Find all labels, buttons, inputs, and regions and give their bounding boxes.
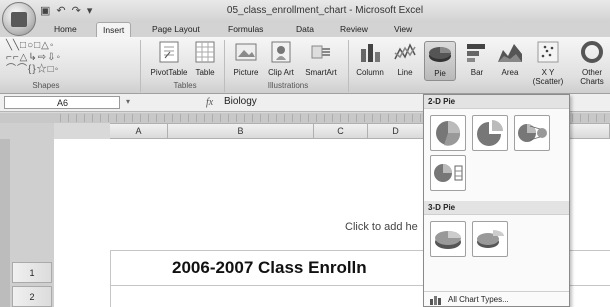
pie-3d-option[interactable]: [430, 221, 466, 257]
group-label-illustrations: Illustrations: [267, 81, 309, 90]
column-header-a[interactable]: A: [110, 123, 168, 139]
tab-page-layout[interactable]: Page Layout: [152, 24, 200, 34]
area-chart-icon: [498, 44, 522, 62]
chart-types-icon: [430, 296, 441, 305]
scatter-chart-icon: [537, 41, 559, 63]
header-placeholder[interactable]: Click to add he: [345, 221, 418, 233]
other-charts-button[interactable]: Other Charts: [572, 41, 610, 86]
column-chart-icon: [361, 44, 380, 62]
picture-button[interactable]: Picture: [228, 41, 264, 77]
pie-2d-option[interactable]: [430, 115, 466, 151]
pie-of-pie-icon: [518, 124, 547, 142]
tab-insert[interactable]: Insert: [96, 22, 132, 37]
exploded-pie-icon: [477, 120, 503, 146]
column-header-partial[interactable]: [570, 123, 610, 139]
column-header-d[interactable]: D: [368, 123, 424, 139]
row-header-1[interactable]: 1: [12, 262, 52, 283]
line-chart-icon: [394, 43, 416, 60]
group-separator: [348, 40, 349, 92]
scatter-chart-button[interactable]: X Y (Scatter): [528, 41, 568, 86]
name-box-dropdown-icon[interactable]: ▾: [126, 97, 130, 106]
pie-chart-gallery: 2-D Pie 3-D Pie All Chart Types...: [423, 94, 570, 307]
title-bar: ▣ ↶ ↷ ▾ 05_class_enrollment_chart - Micr…: [0, 0, 610, 22]
bar-of-pie-icon: [434, 164, 463, 182]
other-charts-icon: [581, 41, 603, 63]
pivottable-icon: [159, 41, 179, 63]
pie-3d-icon: [435, 231, 461, 249]
bar-of-pie-option[interactable]: [430, 155, 466, 191]
group-label-shapes: Shapes: [32, 81, 60, 90]
pivottable-button[interactable]: PivotTable: [146, 41, 192, 77]
area-chart-button[interactable]: Area: [494, 41, 526, 77]
gallery-section-3d: 3-D Pie: [424, 201, 569, 215]
pie-icon: [436, 121, 461, 146]
tab-review[interactable]: Review: [340, 24, 368, 34]
bar-chart-icon: [467, 44, 485, 62]
ribbon: ╲╲□○□△◦ ⌐⌐△↳⇨⇩◦ ⌒⌒{}☆□◦ Shapes PivotTable …: [0, 37, 610, 94]
tab-data[interactable]: Data: [296, 24, 314, 34]
office-logo-icon: [11, 12, 27, 27]
picture-icon: [235, 43, 257, 61]
gallery-section-2d: 2-D Pie: [424, 95, 569, 109]
column-header-c[interactable]: C: [314, 123, 368, 139]
pie-chart-icon: [429, 47, 451, 62]
clip-art-icon: [271, 41, 291, 63]
table-button[interactable]: Table: [190, 41, 220, 77]
row-header-2[interactable]: 2: [12, 286, 52, 307]
bar-chart-button[interactable]: Bar: [462, 41, 492, 77]
tab-home[interactable]: Home: [54, 24, 77, 34]
column-chart-button[interactable]: Column: [352, 41, 388, 77]
pie-of-pie-option[interactable]: [514, 115, 550, 151]
all-chart-types-link[interactable]: All Chart Types...: [424, 291, 569, 307]
office-button[interactable]: [2, 2, 36, 36]
vertical-ruler: [0, 139, 10, 307]
ribbon-tabs: Home Insert Page Layout Formulas Data Re…: [0, 22, 610, 37]
line-chart-button[interactable]: Line: [390, 41, 420, 77]
formula-input[interactable]: Biology: [224, 96, 424, 109]
column-header-b[interactable]: B: [168, 123, 314, 139]
exploded-pie-3d-icon: [477, 230, 504, 248]
sheet-title-cell[interactable]: 2006-2007 Class Enrolln: [172, 258, 367, 278]
smartart-button[interactable]: SmartArt: [298, 41, 344, 77]
table-icon: [195, 41, 215, 63]
exploded-pie-2d-option[interactable]: [472, 115, 508, 151]
group-label-tables: Tables: [173, 81, 197, 90]
gridline: [110, 250, 111, 307]
tab-view[interactable]: View: [394, 24, 412, 34]
tab-formulas[interactable]: Formulas: [228, 24, 263, 34]
name-box[interactable]: A6: [4, 96, 120, 109]
exploded-pie-3d-option[interactable]: [472, 221, 508, 257]
smartart-icon: [311, 45, 330, 59]
shapes-gallery[interactable]: ╲╲□○□△◦ ⌐⌐△↳⇨⇩◦ ⌒⌒{}☆□◦: [6, 40, 84, 78]
group-separator: [140, 40, 141, 92]
window-title: 05_class_enrollment_chart - Microsoft Ex…: [226, 5, 424, 16]
pie-chart-button[interactable]: Pie: [424, 41, 456, 81]
insert-function-icon[interactable]: fx: [206, 97, 213, 108]
clip-art-button[interactable]: Clip Art: [266, 41, 296, 77]
group-separator: [224, 40, 225, 92]
